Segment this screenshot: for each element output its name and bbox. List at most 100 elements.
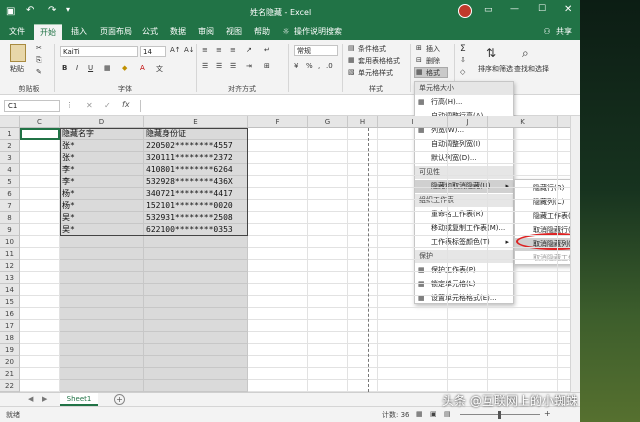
row-header-10[interactable]: 10 <box>0 236 20 248</box>
table-cell-name[interactable]: 杨* <box>60 200 144 212</box>
table-cell-id[interactable]: 220502********4557 <box>144 140 248 152</box>
font-color-icon[interactable]: A <box>140 64 145 72</box>
indent-icon[interactable]: ⇥ <box>246 62 252 70</box>
zoom-slider-handle[interactable] <box>498 411 501 419</box>
cut-icon[interactable]: ✂ <box>36 44 42 52</box>
percent-icon[interactable]: % <box>306 62 313 70</box>
align-center-icon[interactable]: ☰ <box>216 62 222 70</box>
redo-icon[interactable]: ↷ <box>48 5 56 16</box>
row-header-22[interactable]: 22 <box>0 380 20 392</box>
close-icon[interactable]: ✕ <box>564 4 572 15</box>
table-cell-id[interactable]: 622100********0353 <box>144 224 248 236</box>
page-layout-view-icon[interactable]: ▣ <box>430 410 437 418</box>
align-middle-icon[interactable]: ≡ <box>216 46 222 54</box>
prev-sheet-icon[interactable]: ◀ <box>28 395 33 403</box>
tab-view[interactable]: 视图 <box>222 24 246 40</box>
cancel-icon[interactable]: ✕ <box>86 101 93 110</box>
table-cell-id[interactable]: 340721********4417 <box>144 188 248 200</box>
column-header-e[interactable]: E <box>144 116 248 128</box>
clear-icon[interactable]: ◇ <box>460 68 465 76</box>
row-header-3[interactable]: 3 <box>0 152 20 164</box>
paste-button[interactable]: 粘贴 <box>10 64 24 74</box>
currency-icon[interactable]: ¥ <box>294 62 298 70</box>
row-header-17[interactable]: 17 <box>0 320 20 332</box>
sort-filter-button[interactable]: 排序和筛选 <box>478 64 513 74</box>
tab-data[interactable]: 数据 <box>166 24 190 40</box>
tab-page-layout[interactable]: 页面布局 <box>96 24 136 40</box>
add-sheet-icon[interactable]: + <box>114 394 125 405</box>
format-cells-button[interactable]: 格式 <box>426 68 440 78</box>
row-header-14[interactable]: 14 <box>0 284 20 296</box>
insert-cells-button[interactable]: 插入 <box>426 44 440 54</box>
menu-item[interactable]: ▦ 行高(H)... <box>415 96 513 109</box>
minimize-icon[interactable]: — <box>510 4 519 14</box>
fill-icon[interactable]: ⇩ <box>460 56 466 64</box>
formula-input[interactable] <box>140 100 416 112</box>
table-cell-id[interactable]: 152101********0020 <box>144 200 248 212</box>
table-cell-id[interactable]: 532928********436X <box>144 176 248 188</box>
row-header-8[interactable]: 8 <box>0 212 20 224</box>
table-cell-name[interactable]: 吴* <box>60 224 144 236</box>
column-header-g[interactable]: G <box>308 116 348 128</box>
format-painter-icon[interactable]: ✎ <box>36 68 42 76</box>
undo-icon[interactable]: ↶ <box>26 5 34 16</box>
column-header-d[interactable]: D <box>60 116 144 128</box>
autosum-icon[interactable]: Σ <box>460 44 466 54</box>
align-left-icon[interactable]: ☰ <box>202 62 208 70</box>
row-header-6[interactable]: 6 <box>0 188 20 200</box>
find-select-icon[interactable]: ⌕ <box>522 46 529 61</box>
save-icon[interactable]: ▣ <box>6 6 15 17</box>
table-cell-name[interactable]: 李* <box>60 164 144 176</box>
table-cell-id[interactable]: 410801********6264 <box>144 164 248 176</box>
table-cell-id[interactable]: 532931********2508 <box>144 212 248 224</box>
tab-insert[interactable]: 插入 <box>66 24 92 40</box>
comma-icon[interactable]: , <box>318 62 320 70</box>
next-sheet-icon[interactable]: ▶ <box>42 395 47 403</box>
row-header-19[interactable]: 19 <box>0 344 20 356</box>
phonetic-icon[interactable]: 文 <box>156 64 163 74</box>
row-header-15[interactable]: 15 <box>0 296 20 308</box>
avatar[interactable] <box>458 4 472 18</box>
font-size-select[interactable]: 14 <box>140 46 166 57</box>
wrap-text-icon[interactable]: ↵ <box>264 46 270 54</box>
row-header-13[interactable]: 13 <box>0 272 20 284</box>
tab-file[interactable]: 文件 <box>4 24 30 40</box>
row-header-7[interactable]: 7 <box>0 200 20 212</box>
align-top-icon[interactable]: ≡ <box>202 46 208 54</box>
row-header-11[interactable]: 11 <box>0 248 20 260</box>
align-right-icon[interactable]: ☰ <box>230 62 236 70</box>
orientation-icon[interactable]: ↗ <box>246 46 252 54</box>
menu-item[interactable]: 重命名工作表(R) <box>415 208 513 221</box>
underline-button[interactable]: U <box>88 64 93 72</box>
tab-help[interactable]: 帮助 <box>250 24 274 40</box>
normal-view-icon[interactable]: ▦ <box>416 410 423 418</box>
enter-icon[interactable]: ✓ <box>104 101 111 110</box>
conditional-format-button[interactable]: 条件格式 <box>358 44 386 54</box>
column-header-c[interactable]: C <box>20 116 60 128</box>
function-icon[interactable]: fx <box>122 100 130 109</box>
table-cell-name[interactable]: 张* <box>60 152 144 164</box>
tell-me-search[interactable]: 操作说明搜索 <box>294 24 354 40</box>
row-header-1[interactable]: 1 <box>0 128 20 140</box>
name-box[interactable]: C1 <box>4 100 60 112</box>
cell-styles-button[interactable]: 单元格样式 <box>358 68 393 78</box>
row-header-20[interactable]: 20 <box>0 356 20 368</box>
row-header-4[interactable]: 4 <box>0 164 20 176</box>
share-button[interactable]: 共享 <box>552 24 576 40</box>
customize-qat-icon[interactable]: ▾ <box>66 5 70 14</box>
sort-filter-icon[interactable]: ⇅ <box>486 46 496 60</box>
table-cell-name[interactable]: 张* <box>60 140 144 152</box>
table-cell-name[interactable]: 吴* <box>60 212 144 224</box>
column-header-f[interactable]: F <box>248 116 308 128</box>
maximize-icon[interactable]: ☐ <box>538 4 546 14</box>
table-header-id[interactable]: 隐藏身份证 <box>144 128 248 140</box>
row-header-2[interactable]: 2 <box>0 140 20 152</box>
borders-icon[interactable]: ▦ <box>104 64 111 72</box>
column-header-i[interactable]: I <box>378 116 448 128</box>
copy-icon[interactable]: ⎘ <box>36 56 42 65</box>
column-header-j[interactable]: J <box>448 116 488 128</box>
row-header-18[interactable]: 18 <box>0 332 20 344</box>
row-header-5[interactable]: 5 <box>0 176 20 188</box>
row-header-12[interactable]: 12 <box>0 260 20 272</box>
align-bottom-icon[interactable]: ≡ <box>230 46 236 54</box>
